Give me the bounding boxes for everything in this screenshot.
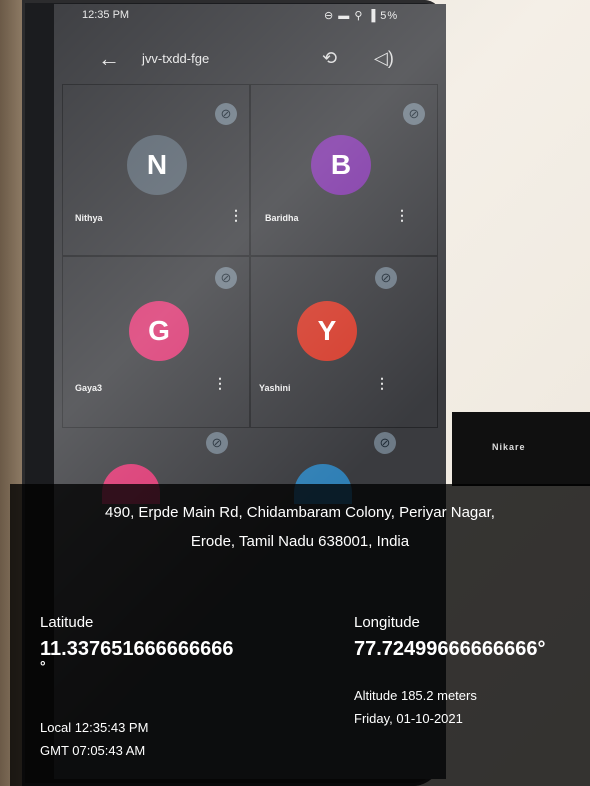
avatar: N [127, 135, 187, 195]
status-time: 12:35 PM [82, 9, 130, 21]
mic-off-icon: ⊘ [215, 267, 237, 289]
status-icons: ⊖ ▬ ⚲ ▐ 5% [324, 10, 399, 22]
avatar: G [129, 301, 189, 361]
latitude-value: 11.337651666666666 [40, 638, 234, 660]
participant-name: Nithya [75, 213, 103, 223]
date: Friday, 01-10-2021 [354, 711, 463, 726]
local-time: Local 12:35:43 PM [40, 720, 149, 735]
arrow-left-icon[interactable]: ← [98, 46, 120, 72]
address-line-2: Erode, Tamil Nadu 638001, India [190, 533, 410, 550]
altitude: Altitude 185.2 meters [354, 688, 477, 703]
status-bar: 12:35 PM ⊖ ▬ ⚲ ▐ 5% [54, 4, 446, 28]
gmt-time: GMT 07:05:43 AM [40, 743, 146, 758]
longitude-label: Longitude [354, 614, 420, 631]
meet-toolbar: ← jvv-txdd-fge ⟲ ◁) [54, 40, 446, 80]
thumbnail-label: Nikare [492, 442, 526, 452]
mic-off-icon: ⊘ [375, 267, 397, 289]
more-options-icon[interactable]: ⋮ [375, 375, 389, 392]
meeting-code[interactable]: jvv-txdd-fge [142, 51, 209, 66]
more-options-icon[interactable]: ⋮ [213, 375, 227, 392]
mic-off-icon: ⊘ [215, 103, 237, 125]
participant-tile[interactable]: ⊘ Y Yashini ⋮ [250, 256, 438, 428]
self-view-thumbnail: Nikare [452, 412, 590, 486]
participant-name: Baridha [265, 213, 299, 223]
avatar: B [311, 135, 371, 195]
geo-tag-overlay: 490, Erpde Main Rd, Chidambaram Colony, … [10, 484, 590, 786]
address: 490, Erpde Main Rd, Chidambaram Colony, … [10, 498, 590, 556]
mic-off-icon: ⊘ [403, 103, 425, 125]
avatar: Y [297, 301, 357, 361]
latitude-degree: ° [40, 658, 46, 674]
mic-off-icon: ⊘ [374, 432, 396, 454]
participant-name: Yashini [259, 383, 291, 393]
participant-tile[interactable]: ⊘ B Baridha ⋮ [250, 84, 438, 256]
mic-off-icon: ⊘ [206, 432, 228, 454]
participant-tile[interactable]: ⊘ G Gaya3 ⋮ [62, 256, 250, 428]
latitude-label: Latitude [40, 614, 94, 631]
more-options-icon[interactable]: ⋮ [395, 207, 409, 224]
speaker-icon[interactable]: ◁) [374, 48, 394, 69]
address-line-1: 490, Erpde Main Rd, Chidambaram Colony, … [105, 504, 495, 521]
more-options-icon[interactable]: ⋮ [229, 207, 243, 224]
participant-tile[interactable]: ⊘ N Nithya ⋮ [62, 84, 250, 256]
camera-switch-icon[interactable]: ⟲ [322, 48, 337, 69]
longitude-value: 77.72499666666666° [354, 638, 546, 660]
participant-name: Gaya3 [75, 383, 103, 393]
